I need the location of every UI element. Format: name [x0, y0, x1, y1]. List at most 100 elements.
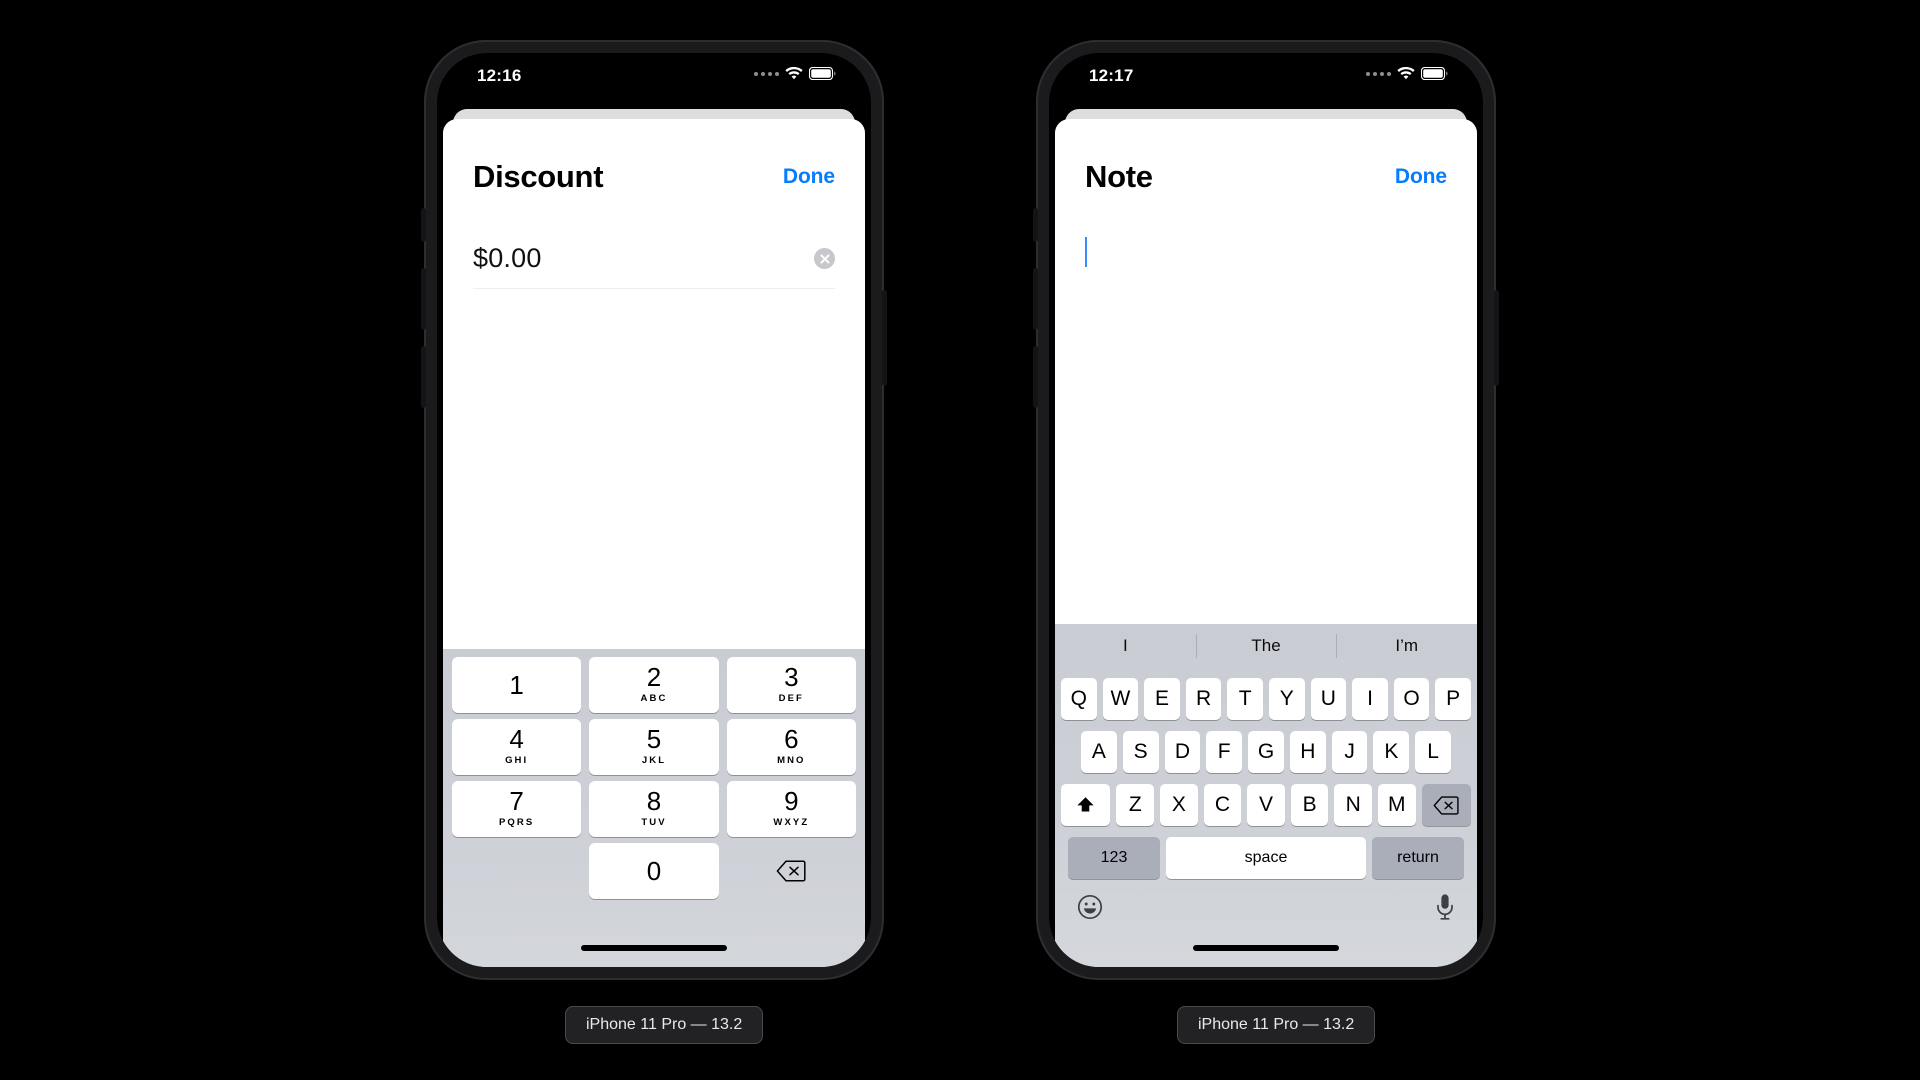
shift-arrow-icon[interactable] [1061, 784, 1111, 826]
keypad-row-3: 7 PQRS 8 TUV 9 WXYZ [448, 781, 860, 837]
keyboard-row-3: Z X C V B N M [1058, 784, 1474, 826]
key-j[interactable]: J [1331, 731, 1368, 773]
battery-icon [1421, 67, 1449, 80]
space-key[interactable]: space [1166, 837, 1366, 879]
status-bar: 12:16 [437, 53, 871, 101]
status-time: 12:17 [1089, 66, 1134, 85]
amount-value: $0.00 [473, 243, 542, 273]
key-i[interactable]: I [1352, 678, 1388, 720]
signal-dots-icon [754, 71, 779, 76]
prediction-3[interactable]: I’m [1336, 636, 1477, 656]
keypad-key-6[interactable]: 6 MNO [726, 719, 856, 775]
keypad-key-digit: 8 [646, 786, 662, 816]
key-z[interactable]: Z [1116, 784, 1155, 826]
volume-up-button[interactable] [1033, 268, 1038, 330]
key-x[interactable]: X [1160, 784, 1198, 826]
emoji-smiley-icon[interactable] [1077, 894, 1103, 920]
status-time: 12:16 [477, 66, 522, 85]
text-caret [1085, 237, 1087, 267]
volume-down-button[interactable] [421, 346, 426, 408]
key-h[interactable]: H [1289, 731, 1326, 773]
keypad-key-5[interactable]: 5 JKL [589, 719, 719, 775]
key-u[interactable]: U [1310, 678, 1347, 720]
keypad-key-letters: DEF [778, 693, 804, 704]
key-m[interactable]: M [1377, 784, 1416, 826]
backspace-icon[interactable] [727, 843, 856, 899]
note-text-input[interactable] [1085, 237, 1447, 537]
keypad-key-digit: 6 [784, 724, 799, 754]
prediction-2[interactable]: The [1196, 636, 1337, 656]
keypad-key-0[interactable]: 0 [589, 843, 719, 899]
notch [1182, 53, 1350, 85]
microphone-icon[interactable] [1435, 893, 1455, 921]
device-caption-right: iPhone 11 Pro — 13.2 [1177, 1006, 1376, 1044]
key-a[interactable]: A [1080, 731, 1117, 773]
key-g[interactable]: G [1248, 731, 1284, 773]
keypad-key-1[interactable]: 1 [452, 657, 582, 713]
notch [570, 53, 738, 85]
keyboard-row-2: A S D F G H J K L [1058, 731, 1474, 773]
home-indicator[interactable] [581, 945, 727, 951]
key-o[interactable]: O [1393, 678, 1430, 720]
return-key[interactable]: return [1372, 837, 1464, 879]
key-c[interactable]: C [1203, 784, 1242, 826]
battery-icon [809, 67, 837, 80]
status-indicators [754, 67, 837, 80]
modal-sheet-discount: Discount Done $0.00 1 2 ABC 3 DEF 4 GHI … [443, 119, 865, 967]
backspace-icon[interactable] [1421, 784, 1471, 826]
keypad-key-4[interactable]: 4 GHI [452, 719, 582, 775]
key-b[interactable]: B [1290, 784, 1329, 826]
status-indicators [1366, 67, 1449, 80]
keypad-row-1: 1 2 ABC 3 DEF [448, 657, 860, 713]
key-k[interactable]: K [1373, 731, 1410, 773]
prediction-1[interactable]: I [1055, 636, 1196, 656]
numbers-key[interactable]: 123 [1068, 837, 1160, 879]
status-bar: 12:17 [1049, 53, 1483, 101]
keypad-key-blank [452, 843, 581, 899]
keypad-key-letters: ABC [640, 693, 668, 704]
keypad-row-4: 0 [448, 843, 860, 899]
key-n[interactable]: N [1334, 784, 1372, 826]
keypad-key-digit: 9 [784, 786, 799, 816]
keyboard-bottom-row: 123 space return [1058, 837, 1474, 879]
clear-circle-icon[interactable] [814, 248, 835, 269]
key-e[interactable]: E [1144, 678, 1180, 720]
power-button[interactable] [1494, 290, 1499, 386]
key-r[interactable]: R [1185, 678, 1222, 720]
key-w[interactable]: W [1102, 678, 1139, 720]
key-y[interactable]: Y [1269, 678, 1305, 720]
sheet-header: Note Done [1055, 119, 1477, 219]
key-v[interactable]: V [1247, 784, 1285, 826]
keypad-key-9[interactable]: 9 WXYZ [726, 781, 856, 837]
keypad-key-digit: 4 [509, 724, 524, 754]
discount-amount-field[interactable]: $0.00 [473, 243, 835, 289]
key-s[interactable]: S [1122, 731, 1159, 773]
key-q[interactable]: Q [1061, 678, 1097, 720]
keypad-key-letters: PQRS [499, 817, 535, 828]
mute-switch[interactable] [1033, 208, 1038, 242]
home-indicator[interactable] [1193, 945, 1339, 951]
modal-sheet-note: Note Done I The I’m Q W E R T Y U I O P … [1055, 119, 1477, 967]
done-button[interactable]: Done [1395, 159, 1447, 189]
keypad-key-2[interactable]: 2 ABC [589, 657, 719, 713]
device-screen: 12:17 Note Done I The I’m Q W E R T Y U … [1049, 53, 1483, 967]
keypad-key-digit: 2 [646, 662, 662, 692]
keypad-key-letters: JKL [641, 755, 667, 766]
page-title: Discount [473, 159, 604, 194]
volume-up-button[interactable] [421, 268, 426, 330]
keypad-key-letters: GHI [505, 755, 529, 766]
keypad-key-7[interactable]: 7 PQRS [452, 781, 582, 837]
key-p[interactable]: P [1435, 678, 1471, 720]
key-f[interactable]: F [1206, 731, 1243, 773]
key-d[interactable]: D [1164, 731, 1201, 773]
volume-down-button[interactable] [1033, 346, 1038, 408]
power-button[interactable] [882, 290, 887, 386]
keypad-key-3[interactable]: 3 DEF [726, 657, 856, 713]
mute-switch[interactable] [421, 208, 426, 242]
key-l[interactable]: L [1415, 731, 1452, 773]
qwerty-keyboard: I The I’m Q W E R T Y U I O P A S D F G … [1055, 624, 1477, 967]
done-button[interactable]: Done [783, 159, 835, 189]
device-simulator-left: 12:16 Discount Done $0.00 1 2 ABC 3 DEF … [421, 40, 887, 980]
key-t[interactable]: T [1227, 678, 1263, 720]
keypad-key-8[interactable]: 8 TUV [589, 781, 719, 837]
